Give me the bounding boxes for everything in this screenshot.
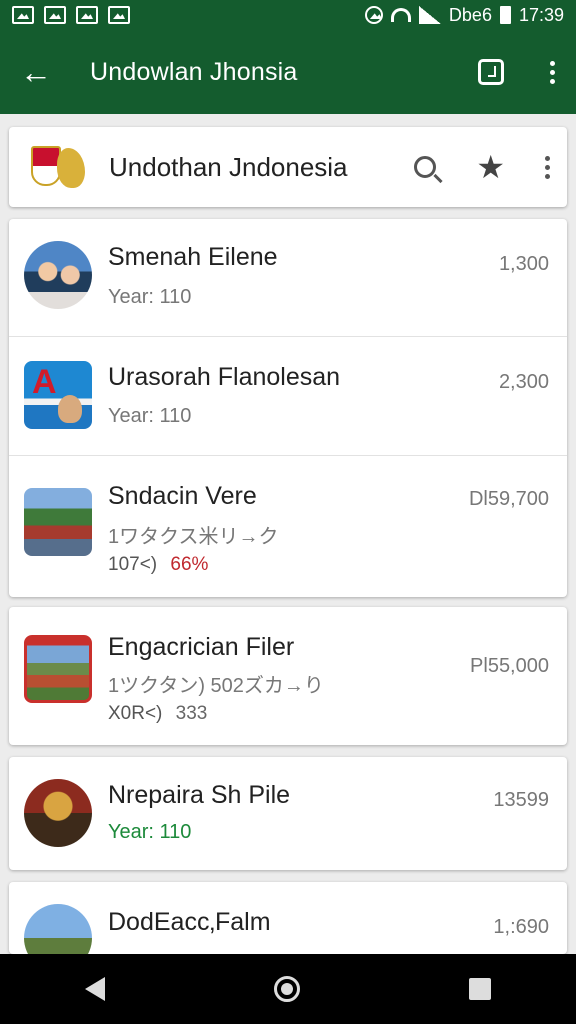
item-value: 2,300 xyxy=(498,371,549,393)
image-icon xyxy=(12,6,34,24)
item-name: Sndacin Vere xyxy=(108,482,257,510)
thumbnail xyxy=(24,779,92,847)
item-subtitle: Year: 110 xyxy=(108,821,192,843)
navigation-bar xyxy=(0,954,576,1024)
item-meta: 107<) 66% xyxy=(108,554,208,576)
battery-icon xyxy=(499,6,511,24)
list-card: Nrepaira Sh Pile Year: 110 13599 xyxy=(9,757,567,870)
list-item[interactable]: Nrepaira Sh Pile Year: 110 13599 xyxy=(9,757,567,870)
list-item[interactable]: DodEacc‚Falm 1,:690 xyxy=(9,882,567,954)
home-nav-icon[interactable] xyxy=(273,976,300,1002)
app-bar-actions xyxy=(478,59,556,85)
search-icon[interactable] xyxy=(414,156,437,178)
item-meta: X0R<) 333 xyxy=(108,703,207,725)
more-vert-icon[interactable] xyxy=(550,60,556,84)
item-value: Dl59,700 xyxy=(468,488,549,510)
wifi-icon xyxy=(390,8,411,22)
item-meta-count: X0R<) xyxy=(108,703,163,724)
list-card: DodEacc‚Falm 1,:690 xyxy=(9,882,567,954)
crest-logo xyxy=(25,138,89,196)
alarm-icon xyxy=(364,6,383,24)
list-card-primary: Smenah Eilene Year: 110 1,300 Urasorah F… xyxy=(9,219,567,597)
more-vert-icon[interactable] xyxy=(545,155,551,179)
carrier-label: Dbe6 xyxy=(448,4,492,25)
item-value: 13599 xyxy=(493,789,549,811)
item-name: Smenah Eilene xyxy=(108,243,278,271)
item-subtitle: 1ツクタン) 502ズカ→り xyxy=(108,675,324,697)
notification-icons xyxy=(12,6,130,24)
item-subtitle: 1ワタクス米リ→ク xyxy=(108,526,279,548)
thumbnail xyxy=(24,488,92,556)
list-item[interactable]: Urasorah Flanolesan Year: 110 2,300 xyxy=(9,337,567,456)
item-name: Engacrician Filer xyxy=(108,633,295,661)
item-subtitle: Year: 110 xyxy=(108,286,192,308)
item-value: 1,300 xyxy=(498,253,549,275)
item-name: Urasorah Flanolesan xyxy=(108,363,341,391)
item-meta-percent: 66% xyxy=(170,554,209,575)
thumbnail xyxy=(24,361,92,429)
app-title: Undowlan Jhonsia xyxy=(90,57,298,86)
item-subtitle: Year: 110 xyxy=(108,405,192,427)
recents-nav-icon[interactable] xyxy=(469,978,492,1000)
search-card: Undothan Jndonesia ★ xyxy=(9,127,567,207)
clock: 17:39 xyxy=(518,4,564,25)
item-value: 1,:690 xyxy=(493,916,549,938)
thumbnail xyxy=(24,904,92,954)
search-card-actions: ★ xyxy=(414,151,551,183)
back-nav-icon[interactable] xyxy=(84,977,105,1001)
system-status: Dbe6 17:39 xyxy=(364,4,564,26)
image-icon xyxy=(76,6,98,24)
save-icon[interactable] xyxy=(478,59,504,85)
photo-icon xyxy=(44,6,66,24)
app-bar: ← Undowlan Jhonsia xyxy=(0,30,576,114)
item-name: Nrepaira Sh Pile xyxy=(108,781,291,809)
status-bar: Dbe6 17:39 xyxy=(0,0,576,30)
item-name: DodEacc‚Falm xyxy=(108,908,271,936)
arrow-back-icon[interactable]: ← xyxy=(20,54,60,91)
list-item[interactable]: Engacrician Filer 1ツクタン) 502ズカ→り X0R<) 3… xyxy=(9,607,567,745)
list-card: Engacrician Filer 1ツクタン) 502ズカ→り X0R<) 3… xyxy=(9,607,567,745)
star-icon[interactable]: ★ xyxy=(476,151,505,183)
item-value: Pl55,000 xyxy=(470,655,549,677)
check-box-icon xyxy=(108,6,130,24)
search-card-title: Undothan Jndonesia xyxy=(109,151,348,182)
item-meta-percent: 333 xyxy=(175,703,208,724)
signal-icon xyxy=(418,6,441,24)
avatar xyxy=(24,241,92,309)
list-item[interactable]: Sndacin Vere 1ワタクス米リ→ク 107<) 66% Dl59,70… xyxy=(9,456,567,597)
item-meta-count: 107<) xyxy=(108,554,158,575)
thumbnail xyxy=(24,635,92,703)
list-item[interactable]: Smenah Eilene Year: 110 1,300 xyxy=(9,219,567,337)
